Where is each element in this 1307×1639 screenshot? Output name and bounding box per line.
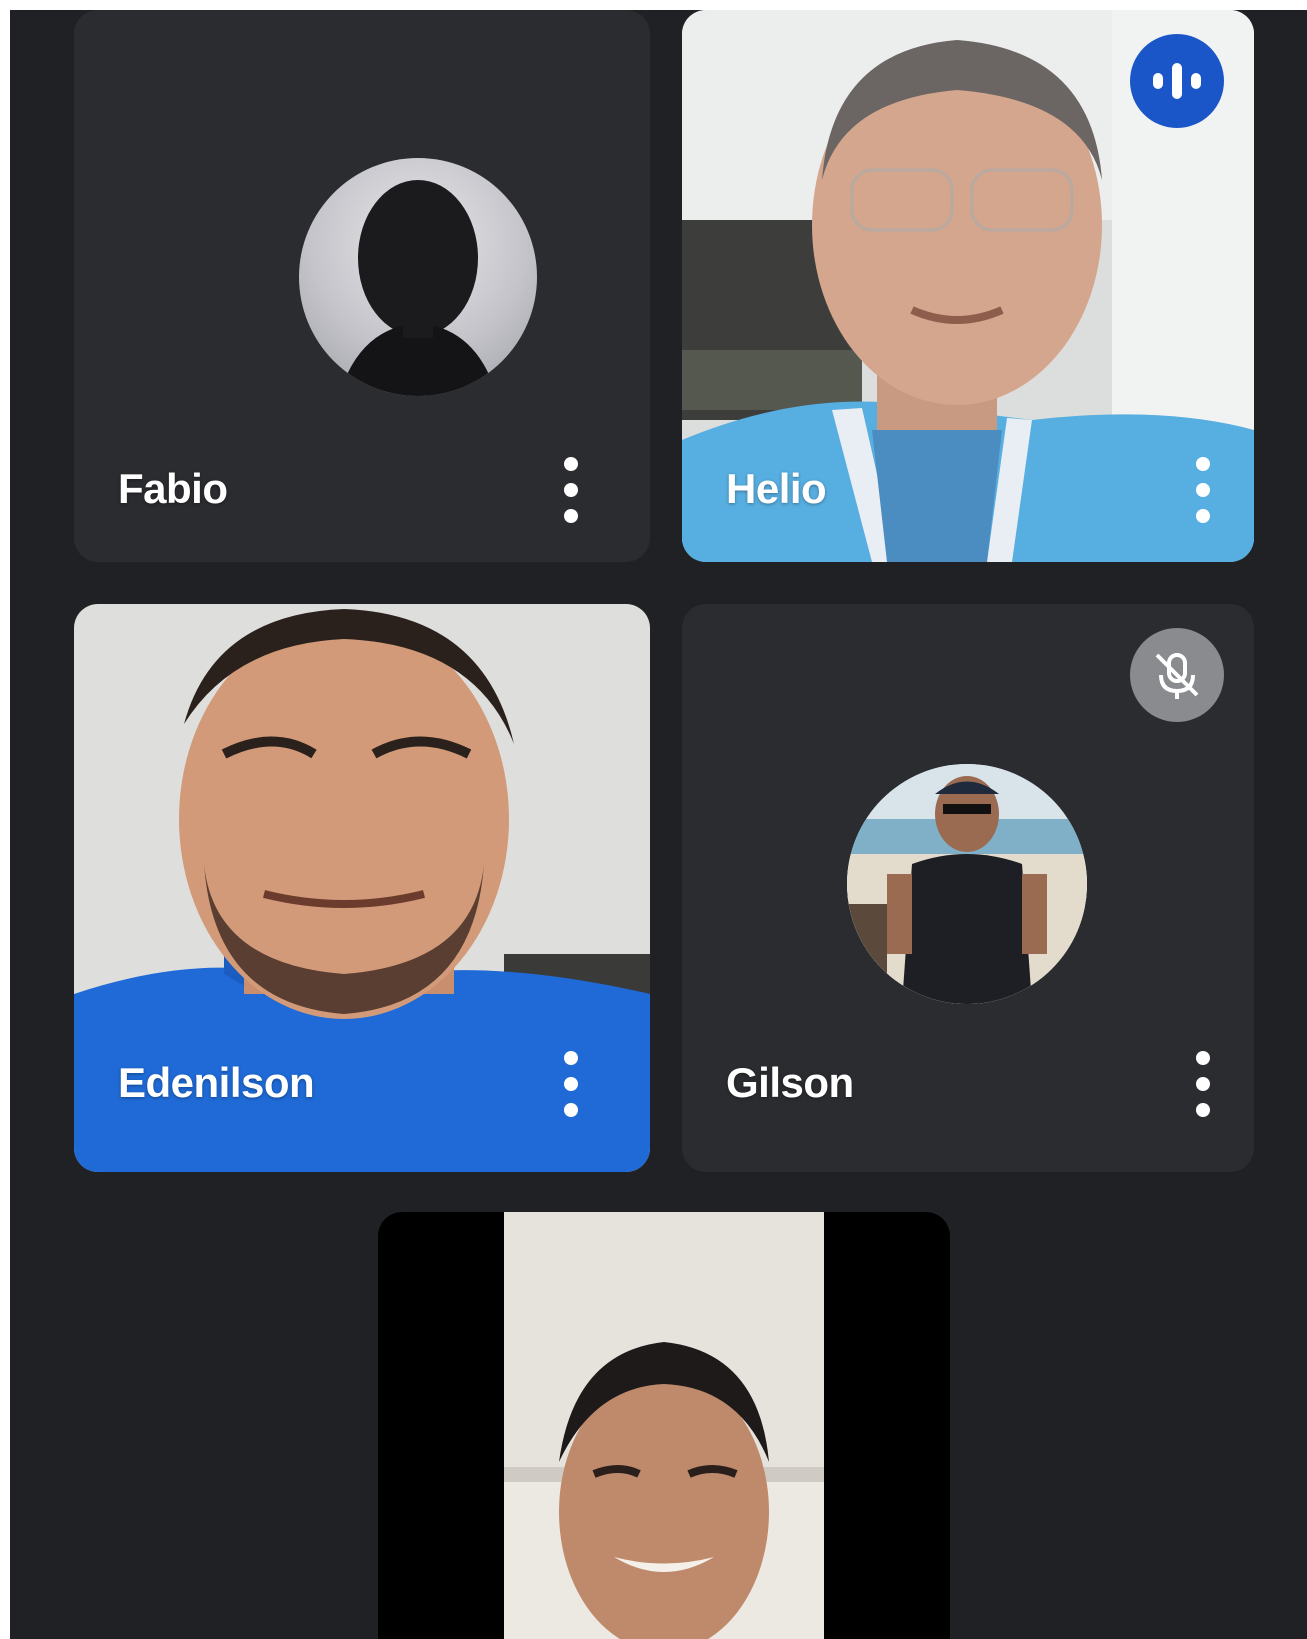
- participant-tile-self[interactable]: [378, 1212, 950, 1639]
- participant-tile-fabio[interactable]: Fabio: [74, 10, 650, 562]
- participant-tile-edenilson[interactable]: Edenilson: [74, 604, 650, 1172]
- mic-off-icon: [1130, 628, 1224, 722]
- more-vert-icon[interactable]: [1188, 1051, 1218, 1117]
- participant-name: Fabio: [118, 465, 228, 512]
- participant-avatar: [847, 764, 1087, 1004]
- more-vert-icon[interactable]: [556, 1051, 586, 1117]
- participant-name: Helio: [726, 465, 827, 512]
- participant-name: Edenilson: [118, 1059, 315, 1106]
- participant-video: [504, 1212, 824, 1639]
- more-vert-icon[interactable]: [1188, 457, 1218, 523]
- more-vert-icon[interactable]: [556, 457, 586, 523]
- participant-avatar: [299, 158, 537, 396]
- audio-levels-icon: [1130, 34, 1224, 128]
- participant-tile-helio[interactable]: Helio: [682, 10, 1254, 562]
- participant-tile-gilson[interactable]: Gilson: [682, 604, 1254, 1172]
- meeting-grid: Fabio Helio Edenilson Gilson: [10, 10, 1307, 1639]
- participant-name: Gilson: [726, 1059, 854, 1106]
